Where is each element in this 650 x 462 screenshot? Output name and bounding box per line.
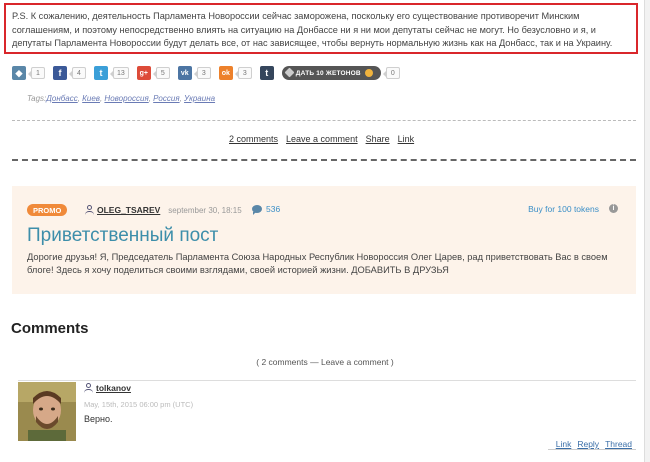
scrollbar[interactable] [644, 0, 650, 462]
promo-comments[interactable]: 536 [252, 204, 280, 215]
comment-item: tolkanov May, 15th, 2015 06:00 pm (UTC) … [18, 380, 636, 450]
comment-author-name[interactable]: tolkanov [96, 383, 131, 393]
give-tokens[interactable]: ДАТЬ 10 ЖЕТОНОВ 0 [281, 66, 400, 80]
share-bar: ◆ 1 f 4 t 13 g+ 5 vk 3 ok 3 t ДАТЬ 10 ЖЕ… [12, 64, 408, 82]
share-item-odnoklassniki[interactable]: ok 3 [218, 66, 252, 80]
comments-summary[interactable]: ( 2 comments — Leave a comment ) [0, 357, 650, 367]
tag-link[interactable]: Новороссия [104, 94, 148, 103]
share-item-googleplus[interactable]: g+ 5 [136, 66, 170, 80]
tag-link[interactable]: Украина [184, 94, 215, 103]
user-icon [85, 205, 94, 215]
tumblr-icon[interactable]: t [259, 66, 274, 80]
comment-reply[interactable]: Reply [577, 439, 599, 449]
share-item-twitter[interactable]: t 13 [94, 66, 129, 80]
odnoklassniki-icon[interactable]: ok [218, 66, 233, 80]
tag-icon[interactable]: ◆ [12, 66, 26, 80]
leave-comment-link[interactable]: Leave a comment [286, 134, 358, 144]
share-item-tag[interactable]: ◆ 1 [12, 66, 45, 80]
comment-date: May, 15th, 2015 06:00 pm (UTC) [84, 400, 194, 409]
comments-link[interactable]: 2 comments [229, 134, 278, 144]
facebook-icon[interactable]: f [53, 66, 67, 80]
avatar[interactable] [18, 382, 76, 441]
coin-icon [364, 69, 373, 77]
comment-author[interactable]: tolkanov [84, 383, 131, 393]
buy-promo-link[interactable]: Buy for 100 tokens [528, 204, 599, 214]
user-icon [84, 383, 93, 393]
promo-block: PROMO OLEG_TSAREV september 30, 18:15 53… [12, 186, 636, 294]
divider-thick [12, 159, 636, 161]
avatar-image [18, 382, 76, 441]
promo-comments-count[interactable]: 536 [266, 204, 280, 214]
comment-actions: Link Reply Thread [556, 439, 632, 449]
info-icon[interactable]: i [609, 204, 618, 213]
divider [12, 120, 636, 121]
tokens-count: 0 [382, 67, 400, 79]
comment-divider [18, 380, 636, 381]
permalink-link[interactable]: Link [398, 134, 415, 144]
promo-date: september 30, 18:15 [168, 205, 242, 215]
vk-icon[interactable]: vk [177, 66, 192, 80]
token-tag-icon [284, 67, 295, 78]
share-count: 13 [110, 67, 129, 79]
post-tags: Tags:Донбасс, Киев, Новороссия, Россия, … [27, 94, 216, 103]
comment-bubble-icon [252, 205, 262, 215]
tag-link[interactable]: Донбасс [46, 94, 77, 103]
promo-author[interactable]: OLEG_TSAREV september 30, 18:15 [85, 205, 242, 215]
share-count: 4 [69, 67, 86, 79]
give-tokens-label: ДАТЬ 10 ЖЕТОНОВ [295, 69, 361, 77]
comment-actions-underline [548, 449, 636, 450]
share-count: 5 [152, 67, 170, 79]
tag-link[interactable]: Киев [82, 94, 100, 103]
give-tokens-button[interactable]: ДАТЬ 10 ЖЕТОНОВ [281, 66, 381, 80]
comment-text: Верно. [84, 414, 113, 424]
comment-thread[interactable]: Thread [605, 439, 632, 449]
tag-link[interactable]: Россия [153, 94, 179, 103]
post-actions: 2 comments Leave a comment Share Link [229, 134, 414, 144]
promo-badge: PROMO [27, 204, 68, 216]
tags-prefix: Tags: [27, 94, 47, 103]
promo-text: Дорогие друзья! Я, Председатель Парламен… [27, 252, 608, 275]
share-link[interactable]: Share [366, 134, 390, 144]
promo-author-name[interactable]: OLEG_TSAREV [97, 205, 160, 215]
ps-text: P.S. К сожалению, деятельность Парламент… [12, 11, 613, 48]
share-count: 1 [28, 67, 45, 79]
twitter-icon[interactable]: t [94, 66, 108, 80]
share-count: 3 [234, 67, 252, 79]
comments-heading: Comments [11, 320, 89, 337]
ps-highlight-box: P.S. К сожалению, деятельность Парламент… [4, 3, 638, 54]
promo-title[interactable]: Приветственный пост [27, 225, 218, 247]
share-item-vk[interactable]: vk 3 [177, 66, 211, 80]
share-item-facebook[interactable]: f 4 [53, 66, 86, 80]
googleplus-icon[interactable]: g+ [136, 66, 151, 80]
share-item-tumblr[interactable]: t [259, 66, 274, 80]
comment-link[interactable]: Link [556, 439, 572, 449]
share-count: 3 [193, 67, 211, 79]
